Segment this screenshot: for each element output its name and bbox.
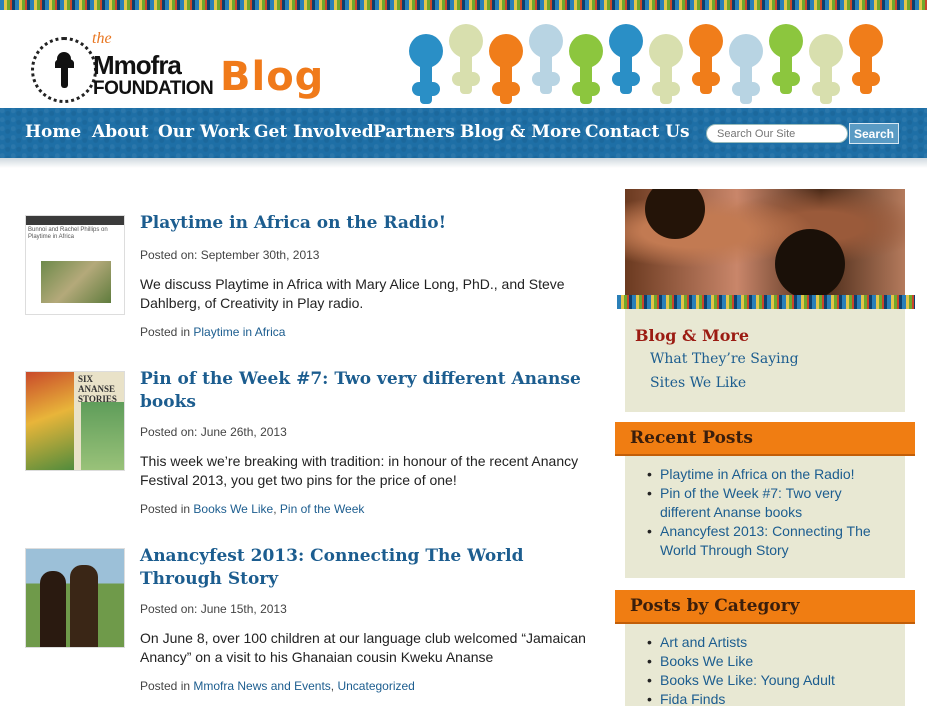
site-header: the Mmofra FOUNDATION Blog <box>0 10 927 108</box>
link-what-theyre-saying[interactable]: What They’re Saying <box>650 351 799 367</box>
figure-icon <box>689 24 723 108</box>
post-excerpt: On June 8, over 100 children at our lang… <box>140 630 586 665</box>
post-thumbnail[interactable] <box>25 548 125 648</box>
post-title-link[interactable]: Pin of the Week #7: Two very different A… <box>140 368 600 414</box>
nav-partners[interactable]: Partners <box>373 122 455 142</box>
nav-home[interactable]: Home <box>25 122 81 142</box>
category-link[interactable]: Pin of the Week <box>280 502 365 516</box>
figure-icon <box>489 34 523 118</box>
post-date: Posted on: September 30th, 2013 <box>140 248 320 262</box>
figure-icon <box>649 34 683 118</box>
recent-posts-header: Recent Posts <box>615 422 915 456</box>
figure-icon <box>529 24 563 108</box>
figure-icon <box>809 34 843 118</box>
link-sites-we-like[interactable]: Sites We Like <box>650 375 746 391</box>
post-item: SIX ANANSE STORIES Pin of the Week #7: T… <box>25 366 600 521</box>
figure-icon <box>449 24 483 108</box>
post-title-link[interactable]: Anancyfest 2013: Connecting The World Th… <box>140 545 600 591</box>
recent-posts-title: Recent Posts <box>630 428 753 448</box>
posted-in-label: Posted in <box>140 502 191 516</box>
category-item[interactable]: Books We Like <box>647 652 890 671</box>
figure-icon <box>609 24 643 108</box>
post-date: Posted on: June 26th, 2013 <box>140 425 287 439</box>
nav-shadow <box>0 158 927 168</box>
category-link[interactable]: Mmofra News and Events <box>193 679 330 693</box>
nav-contact-us[interactable]: Contact Us <box>585 122 690 142</box>
posted-in-label: Posted in <box>140 325 191 339</box>
figure-icon <box>729 34 763 118</box>
post-categories: Posted in Playtime in Africa <box>140 325 285 339</box>
category-item[interactable]: Art and Artists <box>647 633 890 652</box>
post-item: Bunnoi and Rachel Phillips on Playtime i… <box>25 210 600 340</box>
category-link[interactable]: Playtime in Africa <box>193 325 285 339</box>
post-categories: Posted in Books We Like, Pin of the Week <box>140 502 365 516</box>
recent-posts-list: Playtime in Africa on the Radio! Pin of … <box>647 465 885 560</box>
post-thumbnail[interactable]: SIX ANANSE STORIES <box>25 371 125 471</box>
figure-icon <box>849 24 883 108</box>
category-item[interactable]: Fida Finds <box>647 690 890 706</box>
category-link[interactable]: Books We Like <box>193 502 273 516</box>
post-item: Anancyfest 2013: Connecting The World Th… <box>25 543 600 703</box>
top-kente-strip <box>0 0 927 10</box>
search-button[interactable]: Search <box>849 123 899 144</box>
figure-icon <box>569 34 603 118</box>
figure-icon <box>769 24 803 108</box>
figure-icon <box>409 34 443 118</box>
recent-post-link[interactable]: Playtime in Africa on the Radio! <box>647 465 885 484</box>
recent-post-link[interactable]: Anancyfest 2013: Connecting The World Th… <box>647 522 885 560</box>
logo-the: the <box>92 30 112 47</box>
nav-about[interactable]: About <box>92 122 149 142</box>
post-categories: Posted in Mmofra News and Events, Uncate… <box>140 679 415 693</box>
sidebar-kente-strip <box>617 295 915 309</box>
post-thumbnail[interactable]: Bunnoi and Rachel Phillips on Playtime i… <box>25 215 125 315</box>
blog-more-heading: Blog & More <box>635 326 750 345</box>
category-item[interactable]: Books We Like: Young Adult <box>647 671 890 690</box>
nav-blog-more[interactable]: Blog & More <box>460 122 581 142</box>
categories-title: Posts by Category <box>630 596 800 616</box>
nav-get-involved[interactable]: Get Involved <box>254 122 374 142</box>
post-excerpt: This week we’re breaking with tradition:… <box>140 453 579 488</box>
categories-header: Posts by Category <box>615 590 915 624</box>
nav-our-work[interactable]: Our Work <box>158 122 250 142</box>
search-input[interactable] <box>706 124 848 143</box>
categories-list: Art and Artists Books We Like Books We L… <box>647 633 890 706</box>
header-figures-illustration <box>407 24 927 118</box>
posted-in-label: Posted in <box>140 679 191 693</box>
post-date: Posted on: June 15th, 2013 <box>140 602 287 616</box>
post-title-link[interactable]: Playtime in Africa on the Radio! <box>140 212 600 235</box>
post-excerpt: We discuss Playtime in Africa with Mary … <box>140 276 565 311</box>
logo-blog[interactable]: Blog <box>220 54 324 100</box>
logo-name[interactable]: Mmofra <box>93 50 182 81</box>
logo-foundation[interactable]: FOUNDATION <box>93 78 214 100</box>
logo-figure-icon[interactable] <box>31 37 97 103</box>
category-link[interactable]: Uncategorized <box>337 679 414 693</box>
recent-post-link[interactable]: Pin of the Week #7: Two very different A… <box>647 484 885 522</box>
blog-more-box: Blog & More What They’re Saying Sites We… <box>625 309 905 412</box>
sidebar-photo <box>625 189 905 295</box>
